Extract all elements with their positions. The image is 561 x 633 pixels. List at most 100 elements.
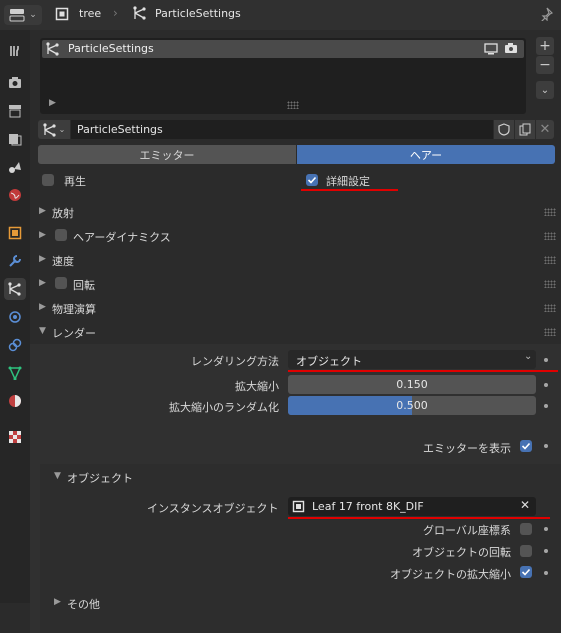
camera-icon[interactable] [504, 42, 518, 54]
list-filter-toggle-icon[interactable]: ▶ [49, 98, 56, 108]
panel-drag-grip[interactable] [544, 232, 556, 240]
tab-emitter-label: エミッター [139, 148, 195, 162]
output-icon [9, 105, 21, 118]
chevron-down-icon: ⌄ [29, 10, 37, 20]
panel-drag-grip[interactable] [544, 304, 556, 312]
panel-hair-dynamics-title: ヘアーダイナミクス [73, 231, 171, 244]
panel-render-header[interactable]: ▼ レンダー [30, 320, 561, 344]
show-emitter-checkbox[interactable] [520, 440, 532, 452]
specials-menu-button[interactable]: ⌄ [536, 81, 554, 99]
tab-output[interactable] [4, 100, 26, 122]
unlink-button[interactable]: ✕ [536, 120, 554, 139]
list-item-label[interactable]: ParticleSettings [68, 42, 154, 55]
collapse-arrow-icon: ▶ [39, 254, 46, 264]
properties-tab-bar [0, 30, 30, 603]
keyframe-dot[interactable] [544, 444, 548, 448]
scale-label: 拡大縮小 [235, 380, 279, 393]
tab-view-layer[interactable] [4, 128, 26, 150]
object-props-icon [8, 226, 22, 240]
tab-physics[interactable] [4, 306, 26, 328]
expand-arrow-icon: ▼ [39, 326, 46, 336]
panel-emission[interactable]: ▶ 放射 [30, 200, 561, 224]
monitor-icon[interactable] [484, 43, 498, 55]
particles-icon [133, 6, 146, 20]
panel-drag-grip[interactable] [544, 280, 556, 288]
tab-object[interactable] [4, 222, 26, 244]
scale-random-slider[interactable]: 0.500 [288, 396, 536, 415]
render-as-dropdown[interactable]: オブジェクト ⌄ [288, 350, 536, 369]
rotation-checkbox[interactable] [55, 277, 67, 289]
view-layer-icon [9, 134, 22, 146]
list-resize-grip[interactable] [287, 101, 299, 109]
keyframe-dot[interactable] [544, 358, 548, 362]
tab-emitter[interactable]: エミッター [38, 145, 296, 164]
pin-icon[interactable] [539, 7, 553, 21]
instance-object-field[interactable]: Leaf 17 front 8K_DIF ✕ [288, 497, 536, 516]
tab-texture[interactable] [4, 426, 26, 448]
panel-drag-grip[interactable] [544, 328, 556, 336]
datablock-name[interactable]: ParticleSettings [77, 123, 163, 136]
world-icon [9, 189, 21, 201]
panel-drag-grip[interactable] [544, 256, 556, 264]
tab-modifiers[interactable] [4, 250, 26, 272]
panel-emission-title: 放射 [52, 207, 74, 220]
scale-field[interactable]: 0.150 [288, 375, 536, 394]
duplicate-button[interactable] [515, 120, 535, 139]
keyframe-dot[interactable] [544, 549, 548, 553]
tab-data[interactable] [4, 362, 26, 384]
subpanel-object-header[interactable]: ▼ オブジェクト [40, 464, 561, 488]
breadcrumb-particles[interactable]: ParticleSettings [155, 7, 241, 20]
keyframe-dot[interactable] [544, 404, 548, 408]
playback-checkbox[interactable] [42, 174, 54, 186]
chevron-down-icon: ⌄ [524, 351, 533, 362]
panel-velocity[interactable]: ▶ 速度 [30, 248, 561, 272]
checkmark-icon [521, 568, 531, 576]
annotation-underline-advanced [301, 189, 398, 191]
tab-render[interactable] [4, 72, 26, 94]
panel-drag-grip[interactable] [544, 208, 556, 216]
panel-hair-dynamics[interactable]: ▶ ヘアーダイナミクス [30, 224, 561, 248]
keyframe-dot[interactable] [544, 383, 548, 387]
playback-label: 再生 [64, 175, 86, 188]
shield-icon [498, 123, 510, 136]
advanced-label: 詳細設定 [326, 175, 370, 188]
panel-rotation[interactable]: ▶ 回転 [30, 272, 561, 296]
tab-tool[interactable] [4, 40, 26, 62]
tab-constraints[interactable] [4, 334, 26, 356]
object-icon [55, 7, 69, 21]
panel-physics[interactable]: ▶ 物理演算 [30, 296, 561, 320]
hair-dynamics-checkbox[interactable] [55, 229, 67, 241]
slider-fill [288, 396, 412, 415]
tab-material[interactable] [4, 390, 26, 412]
annotation-underline-render-as [288, 370, 558, 372]
constraints-icon [8, 338, 22, 352]
expand-arrow-icon: ▼ [54, 471, 61, 481]
tab-world[interactable] [4, 184, 26, 206]
remove-particle-system-button[interactable]: − [536, 56, 554, 74]
keyframe-dot[interactable] [544, 571, 548, 575]
panel-velocity-title: 速度 [52, 255, 74, 268]
render-as-value: オブジェクト [296, 355, 362, 368]
physics-icon [9, 311, 21, 323]
keyframe-dot[interactable] [544, 527, 548, 531]
editor-type-button[interactable]: ⌄ [4, 5, 42, 25]
object-scale-checkbox[interactable] [520, 566, 532, 578]
object-rotation-checkbox[interactable] [520, 545, 532, 557]
clear-icon[interactable]: ✕ [520, 498, 530, 512]
subpanel-other-header[interactable]: ▶ その他 [40, 592, 561, 612]
subpanel-other-title: その他 [67, 598, 100, 611]
scene-icon [9, 162, 21, 173]
tab-hair[interactable]: ヘアー [297, 145, 555, 164]
render-as-label: レンダリング方法 [191, 355, 279, 368]
advanced-checkbox[interactable] [306, 174, 318, 186]
tab-scene[interactable] [4, 156, 26, 178]
datablock-browse-button[interactable]: ⌄ [38, 120, 70, 139]
tab-particles[interactable] [4, 278, 26, 300]
global-coords-checkbox[interactable] [520, 523, 532, 535]
add-particle-system-button[interactable]: + [536, 37, 554, 55]
instance-object-value: Leaf 17 front 8K_DIF [312, 500, 424, 513]
breadcrumb-object[interactable]: tree [79, 7, 101, 20]
wrench-icon [9, 255, 21, 267]
fake-user-button[interactable] [494, 120, 514, 139]
properties-main: ParticleSettings ▶ + − ⌄ ⌄ ParticleSetti… [30, 30, 561, 633]
